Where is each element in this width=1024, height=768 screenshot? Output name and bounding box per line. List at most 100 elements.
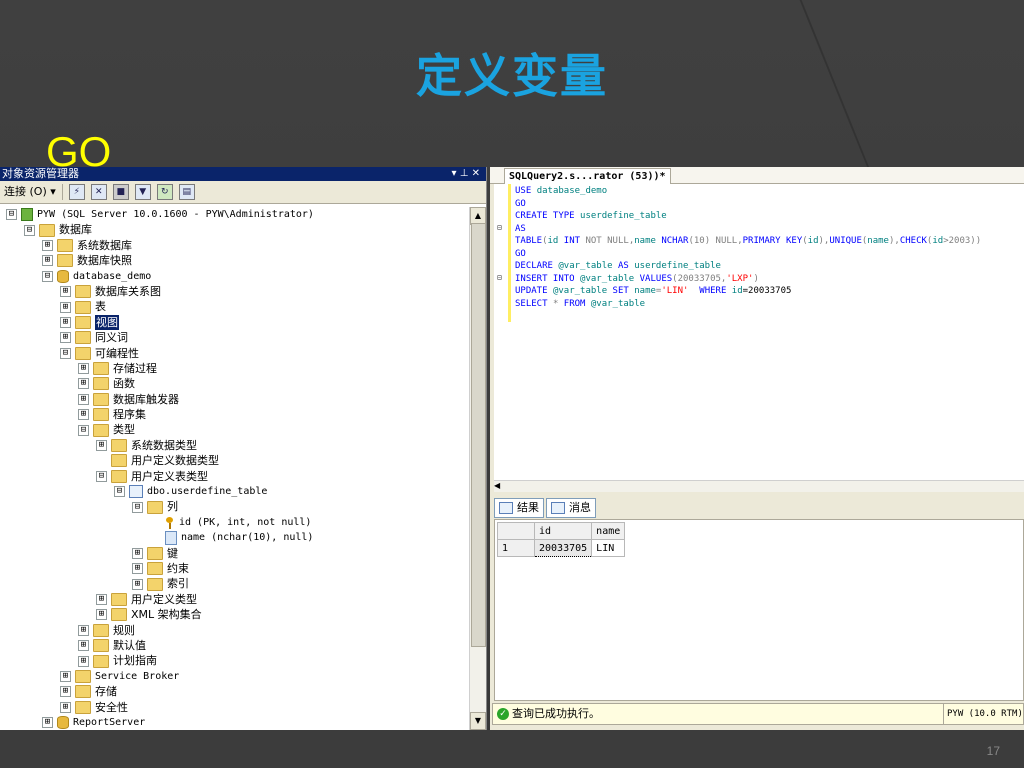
tree-node[interactable]: ⊟ 列 <box>0 499 470 514</box>
collapse-icon[interactable]: ⊟ <box>24 224 35 236</box>
row-number[interactable]: 1 <box>497 539 535 557</box>
tree-node-label[interactable]: 系统数据库 <box>77 238 132 253</box>
expand-icon[interactable]: ⊞ <box>60 301 71 313</box>
expand-icon[interactable]: ⊞ <box>60 286 71 298</box>
tree-node[interactable]: ⊞ 索引 <box>0 576 470 591</box>
code-line[interactable]: GO <box>515 248 981 261</box>
panel-controls[interactable]: ▾ ⊥ ✕ <box>452 167 480 181</box>
expand-icon[interactable]: ⊞ <box>132 563 143 575</box>
tree-node[interactable]: ⊞ 键 <box>0 546 470 561</box>
tree-node[interactable]: ⊞ 存储过程 <box>0 361 470 376</box>
code-line[interactable]: USE database_demo <box>515 185 981 198</box>
tree-node[interactable]: ⊞ 计划指南 <box>0 653 470 668</box>
tree-node-label[interactable]: 列 <box>167 499 178 514</box>
tree-node-label[interactable]: dbo.userdefine_table <box>147 484 267 499</box>
tree-node[interactable]: ⊟ PYW (SQL Server 10.0.1600 - PYW\Adminis… <box>0 207 470 222</box>
collapse-icon[interactable]: ⊟ <box>6 209 17 221</box>
code-line[interactable]: AS <box>515 223 981 236</box>
tree-node[interactable]: ⊟ database_demo <box>0 269 470 284</box>
tree-node-label[interactable]: 约束 <box>167 561 189 576</box>
tree-node-label[interactable]: 默认值 <box>113 638 146 653</box>
expand-icon[interactable]: ⊞ <box>78 640 89 652</box>
tree-node[interactable]: ⊞ 表 <box>0 299 470 314</box>
disconnect-icon[interactable]: ✕ <box>90 184 107 200</box>
expand-icon[interactable]: ⊞ <box>60 670 71 682</box>
expand-icon[interactable]: ⊞ <box>60 701 71 713</box>
tree-node-label[interactable]: ReportServer <box>73 715 145 730</box>
expand-icon[interactable]: ⊞ <box>96 440 107 452</box>
filter-icon[interactable]: ▼ <box>134 184 151 200</box>
tree-node[interactable]: ⊞ 用户定义类型 <box>0 592 470 607</box>
tree-node[interactable]: ⊞ 存储 <box>0 684 470 699</box>
collapse-icon[interactable]: ⊟ <box>497 223 502 232</box>
tree-vertical-scrollbar[interactable]: ▲ ▼ <box>469 207 486 730</box>
tree-node-label[interactable]: 存储过程 <box>113 361 157 376</box>
tree-node[interactable]: ⊞ 系统数据类型 <box>0 438 470 453</box>
tree-node-label[interactable]: 安全性 <box>95 700 128 715</box>
cell-name[interactable]: LIN <box>591 539 626 557</box>
tree-node[interactable]: ⊞ 数据库关系图 <box>0 284 470 299</box>
tree-node-label[interactable]: 可编程性 <box>95 346 139 361</box>
tree-node-label[interactable]: 类型 <box>113 422 135 437</box>
tree-node-label[interactable]: 计划指南 <box>113 653 157 668</box>
tree-node-label[interactable]: 键 <box>167 546 178 561</box>
column-header-name[interactable]: name <box>591 522 626 540</box>
tree-node-label[interactable]: 视图 <box>95 314 119 331</box>
expand-icon[interactable]: ⊞ <box>78 624 89 636</box>
collapse-icon[interactable]: ⊟ <box>78 424 89 436</box>
code-line[interactable]: SELECT * FROM @var_table <box>515 298 981 311</box>
tree-node-label[interactable]: 用户定义表类型 <box>131 469 208 484</box>
tree-node-label[interactable]: 数据库 <box>59 222 92 237</box>
expand-icon[interactable]: ⊞ <box>78 409 89 421</box>
tree-node[interactable]: ⊞ Service Broker <box>0 669 470 684</box>
collapse-icon[interactable]: ⊟ <box>42 270 53 282</box>
scrollbar-thumb[interactable] <box>471 223 486 647</box>
code-line[interactable]: CREATE TYPE userdefine_table <box>515 210 981 223</box>
tree-node-label[interactable]: 系统数据类型 <box>131 438 197 453</box>
tree-node[interactable]: ⊞ 规则 <box>0 623 470 638</box>
tree-node-label[interactable]: XML 架构集合 <box>131 607 202 622</box>
tree-node[interactable]: ⊞ 函数 <box>0 376 470 391</box>
tree-node-label[interactable]: 表 <box>95 299 106 314</box>
tree-node[interactable]: ⊞ ReportServer <box>0 715 470 730</box>
tree-node[interactable]: ⊟ 可编程性 <box>0 346 470 361</box>
tree-node[interactable]: id (PK, int, not null) <box>0 515 470 530</box>
query-tab[interactable]: SQLQuery2.s...rator (53))* <box>504 168 671 184</box>
editor-horizontal-scrollbar[interactable]: ◀ <box>494 480 1024 492</box>
tree-node-label[interactable]: 存储 <box>95 684 117 699</box>
stop-icon[interactable]: ■ <box>112 184 129 200</box>
refresh-icon[interactable]: ↻ <box>156 184 173 200</box>
tree-node-label[interactable]: 规则 <box>113 623 135 638</box>
collapse-icon[interactable]: ⊟ <box>96 470 107 482</box>
expand-icon[interactable]: ⊞ <box>96 593 107 605</box>
tree-node-label[interactable]: PYW (SQL Server 10.0.1600 - PYW\Administ… <box>37 207 314 222</box>
tree-node-label[interactable]: 数据库触发器 <box>113 392 179 407</box>
tree-node[interactable]: ⊞ XML 架构集合 <box>0 607 470 622</box>
sql-editor[interactable]: ⊟ ⊟ USE database_demo GO CREATE TYPE userd… <box>494 184 1024 480</box>
expand-icon[interactable]: ⊞ <box>42 239 53 251</box>
code-line[interactable]: DECLARE @var_table AS userdefine_table <box>515 260 981 273</box>
tree-node-label[interactable]: database_demo <box>73 269 151 284</box>
tree-node-label[interactable]: name (nchar(10), null) <box>181 530 313 545</box>
expand-icon[interactable]: ⊞ <box>42 717 53 729</box>
collapse-icon[interactable]: ⊟ <box>60 347 71 359</box>
expand-icon[interactable]: ⊞ <box>78 363 89 375</box>
collapse-icon[interactable]: ⊟ <box>114 486 125 498</box>
tree-node[interactable]: ⊞ 系统数据库 <box>0 238 470 253</box>
corner-cell[interactable] <box>497 522 535 540</box>
collapse-icon[interactable]: ⊟ <box>497 273 502 282</box>
tree-node[interactable]: ⊞ 视图 <box>0 314 470 331</box>
tree-node[interactable]: ⊞ 默认值 <box>0 638 470 653</box>
code-line[interactable]: INSERT INTO @var_table VALUES(20033705,'… <box>515 273 981 286</box>
tree-node[interactable]: ⊟ 数据库 <box>0 222 470 237</box>
tree-node[interactable]: ⊞ 安全性 <box>0 700 470 715</box>
tree-node-label[interactable]: id (PK, int, not null) <box>179 515 311 530</box>
sql-code[interactable]: USE database_demo GO CREATE TYPE userdefin… <box>515 185 981 310</box>
expand-icon[interactable]: ⊞ <box>132 578 143 590</box>
scroll-down-icon[interactable]: ▼ <box>470 712 486 730</box>
tree-node[interactable]: name (nchar(10), null) <box>0 530 470 545</box>
tree-node-label[interactable]: 用户定义类型 <box>131 592 197 607</box>
cell-id[interactable]: 20033705 <box>533 539 593 557</box>
tree-node[interactable]: ⊞ 数据库触发器 <box>0 392 470 407</box>
tree-node[interactable]: 用户定义数据类型 <box>0 453 470 468</box>
